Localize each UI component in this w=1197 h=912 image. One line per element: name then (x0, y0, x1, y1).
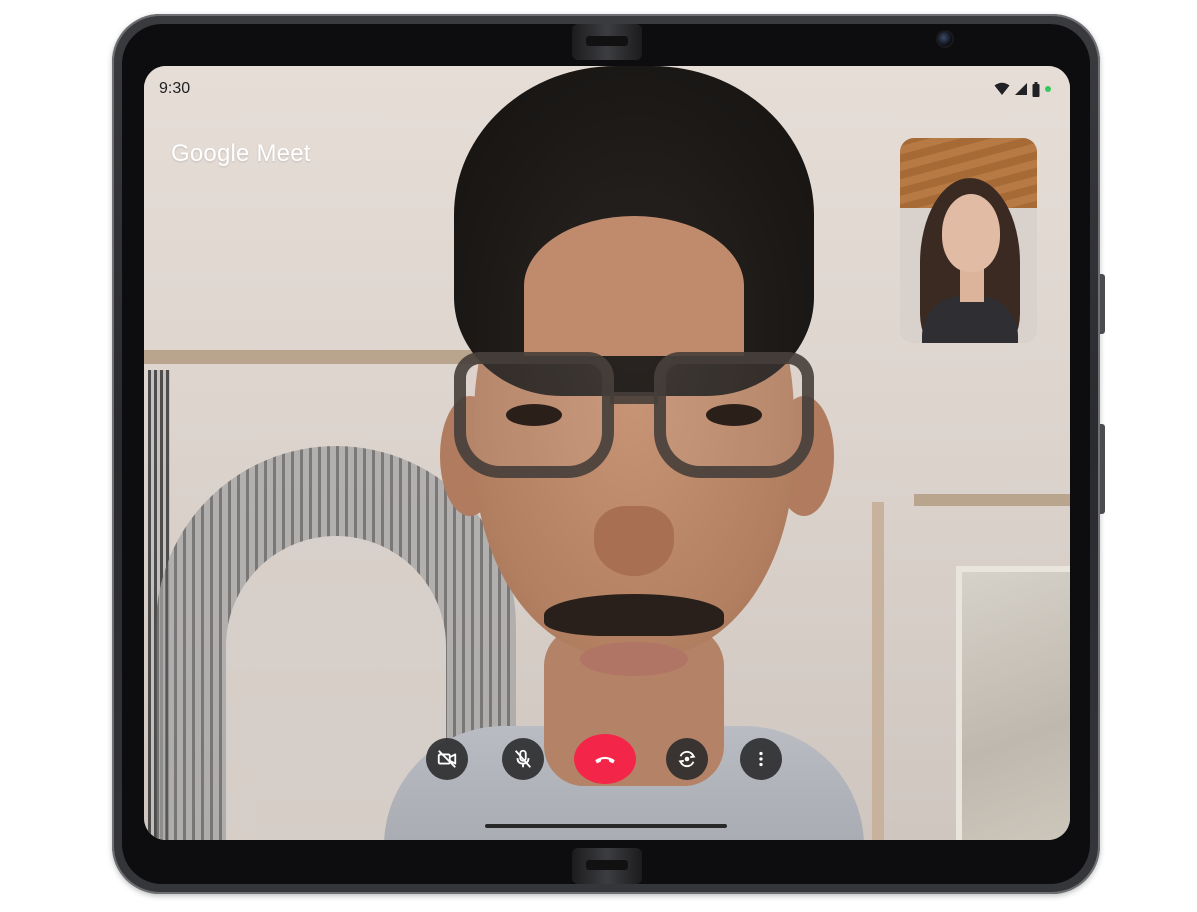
mic-off-icon (514, 749, 532, 768)
volume-button (1100, 424, 1105, 514)
battery-icon (1032, 81, 1040, 97)
participant-eye-right (706, 404, 762, 426)
stage: 9:30 Google Meet (0, 0, 1197, 912)
self-view-pip[interactable] (900, 138, 1037, 343)
flip-camera-button[interactable] (666, 738, 708, 780)
power-button (1100, 274, 1105, 334)
more-options-button[interactable] (740, 738, 782, 780)
background-artwork-right (956, 566, 1070, 840)
glasses-bridge (610, 392, 658, 404)
cellular-signal-icon (1015, 83, 1027, 95)
status-time: 9:30 (159, 80, 191, 97)
participant-mustache (544, 594, 724, 636)
remote-participant-video (344, 66, 904, 840)
hang-up-icon (595, 756, 615, 764)
participant-hair (454, 66, 814, 396)
hinge-top (572, 24, 642, 60)
hinge-bottom (572, 848, 642, 884)
call-controls (426, 734, 786, 784)
front-camera (938, 32, 952, 46)
participant-eye-left (506, 404, 562, 426)
screen: 9:30 Google Meet (144, 66, 1070, 840)
status-icons (994, 80, 1052, 98)
camera-switch-icon (678, 750, 696, 768)
more-vertical-icon (759, 751, 763, 767)
mute-button[interactable] (502, 738, 544, 780)
participant-glasses (454, 352, 814, 482)
end-call-button[interactable] (574, 734, 636, 784)
wifi-icon (994, 82, 1010, 95)
video-off-icon (437, 750, 457, 768)
camera-off-button[interactable] (426, 738, 468, 780)
home-gesture-bar[interactable] (485, 824, 727, 828)
participant-lips (580, 642, 688, 676)
privacy-indicator-dot (1045, 86, 1051, 92)
app-title: Google Meet (171, 140, 311, 167)
self-view-face (942, 194, 1000, 272)
participant-nose (594, 506, 674, 576)
background-frame-edge-right (914, 494, 1070, 506)
